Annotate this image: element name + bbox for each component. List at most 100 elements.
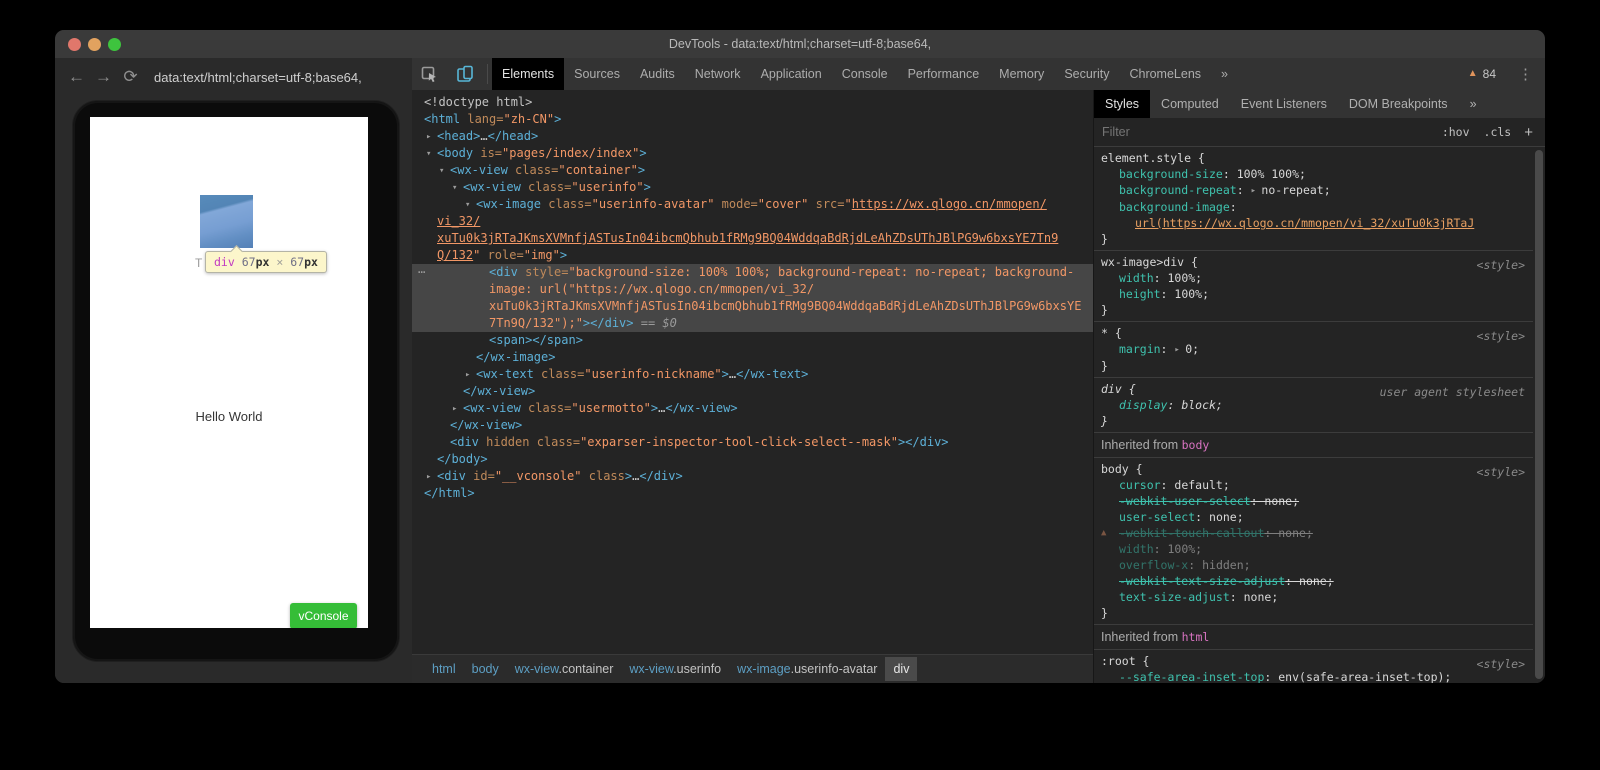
dom-token: "userinfo" (571, 180, 643, 194)
rule-selector[interactable]: * {<style> (1094, 325, 1533, 341)
dom-tree-row[interactable]: ▾<wx-image class="userinfo-avatar" mode=… (412, 196, 1093, 213)
collapsed-arrow-icon[interactable]: ▸ (452, 401, 463, 418)
style-property[interactable]: cursor: default; (1094, 477, 1533, 493)
dom-tree-row[interactable]: ▸<head>…</head> (412, 128, 1093, 145)
styles-filter-input[interactable] (1094, 125, 1435, 139)
expanded-arrow-icon[interactable]: ▾ (465, 197, 476, 214)
device-toolbar-icon[interactable] (447, 58, 483, 90)
dom-tree-row[interactable]: ▸<wx-view class="usermotto">…</wx-view> (412, 400, 1093, 417)
style-property[interactable]: height: 100%; (1094, 286, 1533, 302)
dom-tree-row[interactable]: vi_32/ (412, 213, 1093, 230)
dom-tree-row[interactable]: </html> (412, 485, 1093, 502)
tab-network[interactable]: Network (685, 58, 751, 90)
url-text[interactable]: data:text/html;charset=utf-8;base64, (154, 70, 362, 85)
tab-console[interactable]: Console (832, 58, 898, 90)
sidebar-tab-more[interactable]: » (1459, 90, 1488, 118)
dom-tree-row[interactable]: ▸<div id="__vconsole" class>…</div> (412, 468, 1093, 485)
dom-tree-row[interactable]: ▸<wx-text class="userinfo-nickname">…</w… (412, 366, 1093, 383)
breadcrumb-item-body[interactable]: body (464, 657, 507, 681)
back-icon[interactable]: ← (63, 67, 90, 87)
tab-performance[interactable]: Performance (898, 58, 990, 90)
tab-application[interactable]: Application (751, 58, 832, 90)
dom-tree-row[interactable]: </wx-image> (412, 349, 1093, 366)
dom-tree-row[interactable]: <!doctype html> (412, 94, 1093, 111)
style-property[interactable]: ▲-webkit-touch-callout: none; (1094, 525, 1533, 541)
breadcrumb-item-html[interactable]: html (424, 657, 464, 681)
new-style-rule-button[interactable]: + (1518, 124, 1545, 141)
expanded-arrow-icon[interactable]: ▾ (426, 146, 437, 163)
tab-elements[interactable]: Elements (492, 58, 564, 90)
tab-chromelens[interactable]: ChromeLens (1119, 58, 1211, 90)
more-options-icon[interactable]: ⋮ (1506, 58, 1545, 90)
breadcrumb-item-wx-image-userinfo-avatar[interactable]: wx-image.userinfo-avatar (729, 657, 885, 681)
row-actions-icon[interactable]: ⋯ (418, 264, 424, 281)
element-classes-toggle[interactable]: .cls (1477, 125, 1519, 139)
warning-badge[interactable]: ▲ 84 (1458, 58, 1506, 90)
breadcrumb-item-wx-view-userinfo[interactable]: wx-view.userinfo (621, 657, 729, 681)
dom-tree-row[interactable]: xuTu0k3jRTaJKmsXVMnfjASTusIn04ibcmQbhub1… (412, 298, 1093, 315)
style-property[interactable]: -webkit-text-size-adjust: none; (1094, 573, 1533, 589)
breadcrumb-item-wx-view-container[interactable]: wx-view.container (507, 657, 622, 681)
expanded-arrow-icon[interactable]: ▾ (439, 163, 450, 180)
avatar[interactable] (200, 195, 253, 248)
collapsed-arrow-icon[interactable]: ▸ (426, 469, 437, 486)
rule-selector[interactable]: wx-image>div {<style> (1094, 254, 1533, 270)
style-property[interactable]: display: block; (1094, 397, 1533, 413)
dom-tree-row[interactable]: <html lang="zh-CN"> (412, 111, 1093, 128)
dom-tree-row[interactable]: ⋯<div style="background-size: 100% 100%;… (412, 264, 1093, 281)
style-property[interactable]: text-size-adjust: none; (1094, 589, 1533, 605)
device-screen[interactable]: T div 67px × 67px Hello World vConsole (90, 117, 368, 628)
vconsole-button[interactable]: vConsole (290, 603, 357, 628)
forward-icon[interactable]: → (90, 67, 117, 87)
style-property[interactable]: overflow-x: hidden; (1094, 557, 1533, 573)
dom-tree-row[interactable]: </wx-view> (412, 383, 1093, 400)
style-property[interactable]: background-image: (1094, 199, 1533, 215)
sidebar-tab-event-listeners[interactable]: Event Listeners (1230, 90, 1338, 118)
expanded-arrow-icon[interactable]: ▾ (452, 180, 463, 197)
dom-tree-row[interactable]: <span></span> (412, 332, 1093, 349)
collapsed-arrow-icon[interactable]: ▸ (465, 367, 476, 384)
inherited-node-link[interactable]: body (1182, 438, 1210, 452)
dom-tree-row[interactable]: 7Tn9Q/132");"></div> == $0 (412, 315, 1093, 332)
breadcrumb-item-div[interactable]: div (885, 657, 917, 681)
style-property[interactable]: background-repeat: ▸ no-repeat; (1094, 182, 1533, 199)
style-property[interactable]: --safe-area-inset-top: env(safe-area-ins… (1094, 669, 1533, 683)
pseudo-state-toggle[interactable]: :hov (1435, 125, 1477, 139)
style-property[interactable]: width: 100%; (1094, 270, 1533, 286)
tab-sources[interactable]: Sources (564, 58, 630, 90)
inherited-node-link[interactable]: html (1182, 630, 1210, 644)
dom-tree-row[interactable]: ▾<body is="pages/index/index"> (412, 145, 1093, 162)
dom-tree-row[interactable]: ▾<wx-view class="userinfo"> (412, 179, 1093, 196)
style-property[interactable]: margin: ▸ 0; (1094, 341, 1533, 358)
dom-token: Q/132 (437, 248, 473, 262)
style-property[interactable]: user-select: none; (1094, 509, 1533, 525)
dom-tree-row[interactable]: ▾<wx-view class="container"> (412, 162, 1093, 179)
dom-tree-row[interactable]: </wx-view> (412, 417, 1093, 434)
tab-security[interactable]: Security (1054, 58, 1119, 90)
tab-memory[interactable]: Memory (989, 58, 1054, 90)
rule-selector[interactable]: div {user agent stylesheet (1094, 381, 1533, 397)
style-property[interactable]: background-size: 100% 100%; (1094, 166, 1533, 182)
sidebar-tab-styles[interactable]: Styles (1094, 90, 1150, 118)
reload-icon[interactable]: ⟳ (117, 67, 144, 87)
styles-scrollbar-thumb[interactable] (1535, 150, 1543, 679)
dom-token: xuTu0k3jRTaJKmsXVMnfjASTusIn04ibcmQbhub1… (437, 231, 1058, 245)
sidebar-tab-computed[interactable]: Computed (1150, 90, 1230, 118)
dom-tree-row[interactable]: <div hidden class="exparser-inspector-to… (412, 434, 1093, 451)
dom-token: </wx-view> (463, 384, 535, 398)
tab-more[interactable]: » (1211, 58, 1238, 90)
dom-tree-row[interactable]: </body> (412, 451, 1093, 468)
rule-selector[interactable]: body {<style> (1094, 461, 1533, 477)
collapsed-arrow-icon[interactable]: ▸ (426, 129, 437, 146)
sidebar-tab-dom-breakpoints[interactable]: DOM Breakpoints (1338, 90, 1459, 118)
rule-selector[interactable]: :root {<style> (1094, 653, 1533, 669)
dom-tree-row[interactable]: xuTu0k3jRTaJKmsXVMnfjASTusIn04ibcmQbhub1… (412, 230, 1093, 247)
dom-tree-row[interactable]: image: url("https://wx.qlogo.cn/mmopen/v… (412, 281, 1093, 298)
style-property[interactable]: width: 100%; (1094, 541, 1533, 557)
style-property[interactable]: url(https://wx.qlogo.cn/mmopen/vi_32/xuT… (1094, 215, 1533, 231)
style-property[interactable]: -webkit-user-select: none; (1094, 493, 1533, 509)
dom-tree-row[interactable]: Q/132" role="img"> (412, 247, 1093, 264)
rule-selector[interactable]: element.style { (1094, 150, 1533, 166)
inspect-element-icon[interactable] (412, 58, 447, 90)
tab-audits[interactable]: Audits (630, 58, 685, 90)
